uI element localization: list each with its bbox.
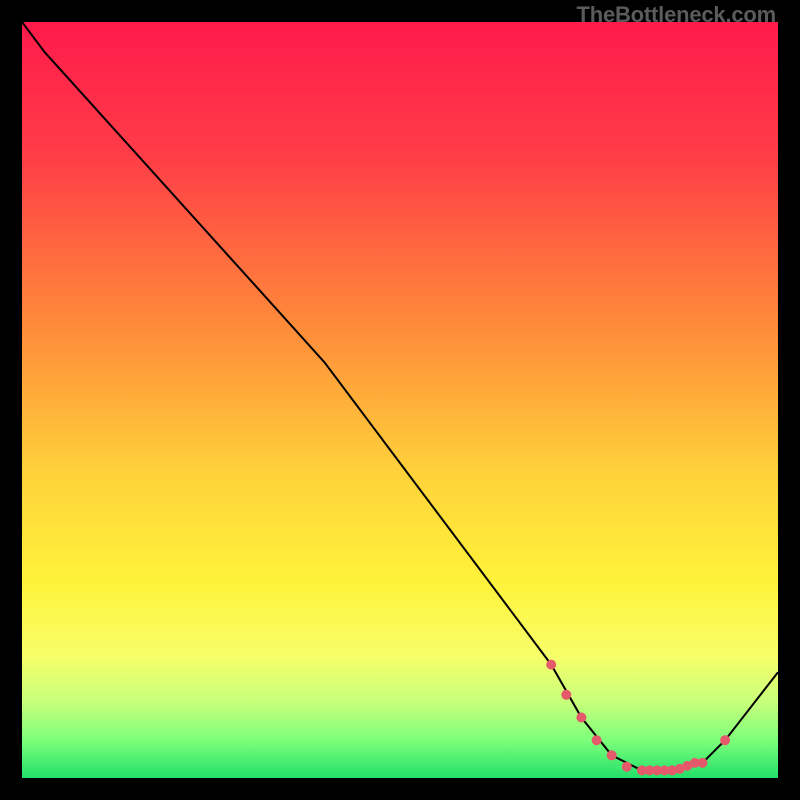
watermark-label: TheBottleneck.com xyxy=(576,2,776,28)
chart-background-gradient xyxy=(22,22,778,778)
chart-frame xyxy=(22,22,778,778)
